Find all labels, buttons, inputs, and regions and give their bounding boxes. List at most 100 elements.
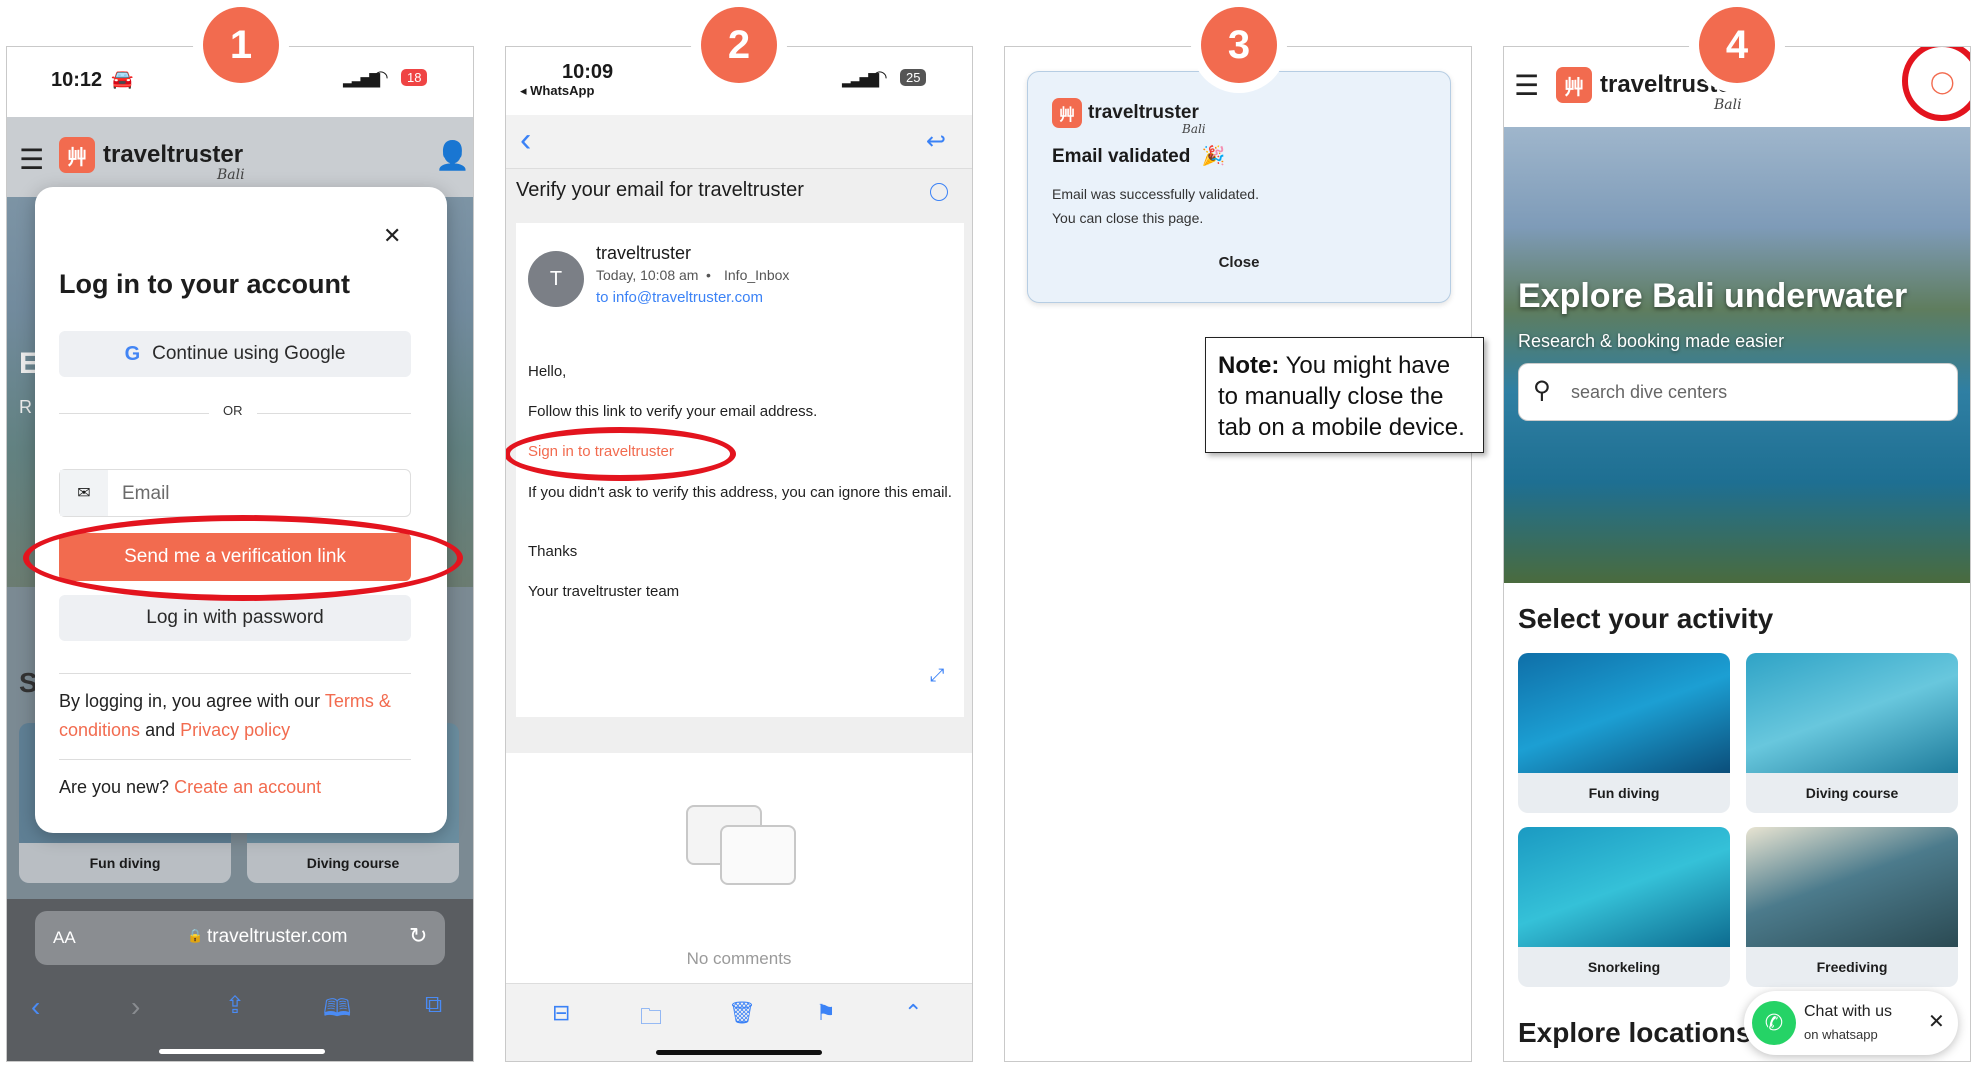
activity-card-diving-course[interactable]: Diving course	[1746, 653, 1958, 813]
activity-image	[1518, 653, 1730, 773]
bg-letter: R	[19, 397, 32, 417]
menu-icon[interactable]: ☰	[19, 143, 44, 176]
agree-text: By logging in, you agree with our	[59, 691, 325, 711]
step-badge-1: 1	[203, 7, 279, 83]
step-badge-4: 4	[1699, 7, 1775, 83]
hero-title: Explore Bali underwater	[1518, 277, 1908, 315]
battery-icon: 18	[401, 69, 428, 86]
activity-image	[1746, 827, 1958, 947]
folder-icon[interactable]: 🗀	[640, 1000, 662, 1038]
back-icon[interactable]: ‹	[31, 991, 40, 1023]
activity-label: Diving course	[1805, 785, 1899, 801]
more-icon[interactable]: ⌃	[904, 1000, 922, 1026]
signup-text: Are you new? Create an account	[59, 777, 321, 798]
highlight-ring	[23, 515, 463, 601]
reply-icon[interactable]: ↩	[926, 127, 946, 156]
address-bar[interactable]: AA 🔒 traveltruster.com ↻	[35, 911, 445, 965]
and-text: and	[140, 720, 181, 740]
no-comments-label: No comments	[686, 949, 792, 968]
validated-line1: Email was successfully validated.	[1052, 186, 1259, 202]
divider-or: OR	[209, 403, 257, 418]
reload-icon[interactable]: ↻	[409, 923, 427, 949]
activity-label: Snorkeling	[1587, 959, 1661, 975]
activity-image	[1746, 653, 1958, 773]
home-indicator	[159, 1049, 325, 1054]
site-header: ☰ ⾋ traveltruster Bali 👤	[7, 117, 473, 197]
email-line1: Follow this link to verify your email ad…	[528, 403, 818, 420]
sender-avatar: T	[528, 251, 584, 307]
logo-mark: ⾋	[1556, 67, 1592, 103]
bookmarks-icon[interactable]: 🕮	[323, 991, 351, 1032]
login-modal: ✕ Log in to your account G Continue usin…	[35, 187, 447, 833]
validated-line2: You can close this page.	[1052, 210, 1204, 226]
modal-title: Log in to your account	[59, 269, 350, 299]
expand-icon[interactable]: ⤢	[930, 665, 944, 686]
logo-region: Bali	[1182, 122, 1206, 136]
email-signature: Your traveltruster team	[528, 583, 680, 600]
step-badge-3: 3	[1201, 7, 1277, 83]
logo-text: traveltruster	[103, 141, 244, 168]
note-callout: Note: You might have to manually close t…	[1205, 337, 1484, 453]
activity-label: Fun diving	[1588, 785, 1660, 801]
user-icon[interactable]: 👤	[435, 139, 470, 172]
envelope-icon: ✉	[60, 470, 108, 516]
hero-image: Explore Bali underwater Research & booki…	[1504, 127, 1970, 583]
inbox-icon[interactable]: ⊟	[552, 1000, 570, 1026]
share-icon[interactable]: ⇪	[225, 991, 245, 1020]
panel-validated: ⾋ traveltruster Bali Email validated 🎉 E…	[1004, 46, 1472, 1062]
sender-name: traveltruster	[596, 243, 692, 263]
browser-toolbar: AA 🔒 traveltruster.com ↻ ‹ › ⇪ 🕮 ⧉	[7, 899, 473, 1061]
speech-bubble-icon	[720, 825, 796, 885]
mail-bottom-toolbar: ⊟ 🗀 🗑 ⚑ ⌃	[506, 983, 972, 1061]
trash-icon[interactable]: 🗑	[728, 1000, 756, 1026]
close-button[interactable]: Close	[1028, 254, 1450, 271]
bg-card-label: Diving course	[247, 843, 459, 883]
wifi-icon: ◠	[373, 67, 389, 87]
wifi-icon: ◠	[872, 67, 888, 87]
search-input[interactable]: ⚲ search dive centers	[1518, 363, 1958, 421]
status-time: 10:09	[562, 61, 614, 83]
password-login-button[interactable]: Log in with password	[59, 595, 411, 641]
google-login-button[interactable]: G Continue using Google	[59, 331, 411, 377]
email-date: Today, 10:08 am	[596, 267, 699, 283]
text-size-button[interactable]: AA	[53, 928, 76, 948]
google-icon: G	[124, 342, 141, 365]
email-recipient[interactable]: to info@traveltruster.com	[596, 289, 763, 306]
explore-title: Explore locations	[1518, 1017, 1752, 1048]
note-label: Note:	[1218, 352, 1280, 379]
validated-title: Email validated 🎉	[1052, 144, 1225, 168]
panel-home: ☰ ⾋ traveltruster Bali ◯ Explore Bali un…	[1503, 46, 1971, 1062]
chat-subtitle: on whatsapp	[1804, 1027, 1878, 1042]
panel-email: 10:09 ◂ WhatsApp ▂▃▅▇ ◠ 25 ‹ ↩ Verify yo…	[505, 46, 973, 1062]
logo-text: traveltruster	[1088, 102, 1199, 123]
divider	[59, 759, 411, 760]
highlight-ring	[506, 427, 736, 481]
back-icon[interactable]: ‹	[520, 121, 531, 160]
activity-card-snorkeling[interactable]: Snorkeling	[1518, 827, 1730, 987]
home-indicator	[656, 1050, 822, 1055]
validated-card: ⾋ traveltruster Bali Email validated 🎉 E…	[1027, 71, 1451, 303]
status-time: 10:12	[51, 69, 103, 91]
close-icon[interactable]: ✕	[383, 223, 401, 249]
create-account-link[interactable]: Create an account	[174, 777, 321, 797]
battery-icon: 25	[900, 69, 927, 86]
search-placeholder: search dive centers	[1571, 382, 1728, 402]
tabs-icon[interactable]: ⧉	[425, 991, 442, 1019]
activity-card-fun-diving[interactable]: Fun diving	[1518, 653, 1730, 813]
menu-icon[interactable]: ☰	[1514, 69, 1539, 102]
unread-indicator-icon[interactable]	[930, 183, 948, 201]
logo-mark: ⾋	[1052, 98, 1082, 128]
whatsapp-chat-widget[interactable]: ✆ Chat with us on whatsapp ✕	[1744, 991, 1958, 1055]
privacy-link[interactable]: Privacy policy	[180, 720, 290, 740]
search-icon: ⚲	[1533, 377, 1551, 404]
lock-icon: 🔒	[187, 928, 204, 943]
flag-icon[interactable]: ⚑	[816, 1000, 836, 1026]
activity-card-freediving[interactable]: Freediving	[1746, 827, 1958, 987]
back-to-app[interactable]: ◂ WhatsApp	[520, 83, 594, 99]
google-button-label: Continue using Google	[152, 343, 346, 364]
email-field[interactable]: ✉ Email	[59, 469, 411, 517]
panel-login: 10:12 🚘 ▂▃▅▇ ◠ 18 ☰ ⾋ traveltruster Bali…	[6, 46, 474, 1062]
close-icon[interactable]: ✕	[1928, 1009, 1945, 1034]
bg-card-label: Fun diving	[19, 843, 231, 883]
divider	[59, 673, 411, 674]
